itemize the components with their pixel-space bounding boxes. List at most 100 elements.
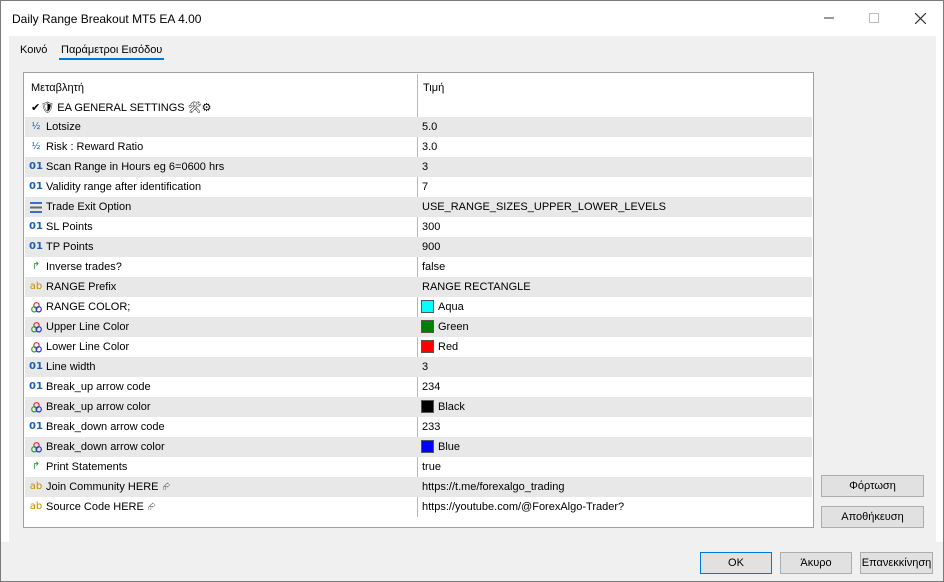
parameter-name: SL Points: [46, 221, 93, 233]
parameter-name: RANGE Prefix: [46, 281, 117, 293]
parameter-value[interactable]: Red: [438, 341, 458, 353]
parameter-value[interactable]: https://youtube.com/@ForexAlgo-Trader?: [422, 501, 624, 513]
color-swatch[interactable]: [421, 300, 434, 313]
parameter-row[interactable]: Trade Exit Option USE_RANGE_SIZES_UPPER_L…: [25, 197, 812, 217]
parameter-row[interactable]: ab Join Community HERE ⮳ https://t.me/forex…: [25, 477, 812, 497]
dialog-window: Daily Range Breakout MT5 EA 4.00 Κοινό Π…: [0, 0, 944, 582]
parameter-row[interactable]: ab Source Code HERE ⮳ https://youtube.com/@…: [25, 497, 812, 517]
parameter-value[interactable]: Green: [438, 321, 469, 333]
parameter-value[interactable]: 900: [422, 241, 440, 253]
parameter-name: Trade Exit Option: [46, 201, 132, 213]
external-link-icon: ⮳: [162, 482, 171, 493]
parameter-name: ✔🛡 EA GENERAL SETTINGS 🛠⚙: [31, 102, 212, 114]
enum-icon: [29, 200, 43, 214]
double-icon: ½: [31, 141, 41, 152]
parameter-row[interactable]: Break_down arrow color Blue: [25, 437, 812, 457]
color-icon: [29, 320, 43, 334]
reset-button[interactable]: Επανεκκίνηση: [860, 552, 933, 574]
color-swatch[interactable]: [421, 320, 434, 333]
parameter-row[interactable]: 01 Break_down arrow code 233: [25, 417, 812, 437]
maximize-button[interactable]: [854, 7, 894, 29]
parameter-row[interactable]: ↱ Print Statements true: [25, 457, 812, 477]
color-swatch[interactable]: [421, 440, 434, 453]
double-icon: ½: [31, 121, 41, 132]
parameter-value[interactable]: Blue: [438, 441, 460, 453]
save-button[interactable]: Αποθήκευση: [821, 506, 924, 528]
tab-input-parameters[interactable]: Παράμετροι Εισόδου: [58, 44, 165, 60]
color-icon: [29, 340, 43, 354]
cancel-button[interactable]: Άκυρο: [780, 552, 852, 574]
parameter-value[interactable]: https://t.me/forexalgo_trading: [422, 481, 564, 493]
color-swatch[interactable]: [421, 400, 434, 413]
tab-general[interactable]: Κοινό: [20, 44, 47, 56]
color-icon: [29, 300, 43, 314]
parameter-value[interactable]: USE_RANGE_SIZES_UPPER_LOWER_LEVELS: [422, 201, 666, 213]
parameter-row[interactable]: ✔🛡 EA GENERAL SETTINGS 🛠⚙: [25, 97, 812, 117]
column-header-value[interactable]: Τιμή: [423, 82, 444, 94]
parameter-value[interactable]: 3: [422, 361, 428, 373]
parameter-value[interactable]: Aqua: [438, 301, 464, 313]
footer-bar: OK Άκυρο Επανεκκίνηση: [1, 542, 943, 581]
parameter-row[interactable]: 01 Break_up arrow code 234: [25, 377, 812, 397]
boolean-icon: ↱: [31, 461, 41, 472]
parameter-value[interactable]: 7: [422, 181, 428, 193]
parameter-name: Break_up arrow code: [46, 381, 151, 393]
parameter-row[interactable]: Lower Line Color Red: [25, 337, 812, 357]
minimize-button[interactable]: [809, 7, 849, 29]
integer-icon: 01: [29, 361, 43, 372]
column-header-variable[interactable]: Μεταβλητή: [31, 82, 84, 94]
parameter-value[interactable]: true: [422, 461, 441, 473]
parameter-row[interactable]: 01 TP Points 900: [25, 237, 812, 257]
parameter-row[interactable]: ½ Risk : Reward Ratio 3.0: [25, 137, 812, 157]
string-icon: ab: [29, 501, 43, 512]
parameter-row[interactable]: Upper Line Color Green: [25, 317, 812, 337]
parameter-name: Line width: [46, 361, 96, 373]
parameter-name: RANGE COLOR;: [46, 301, 131, 313]
load-button[interactable]: Φόρτωση: [821, 475, 924, 497]
parameter-row[interactable]: 01 Validity range after identification 7: [25, 177, 812, 197]
parameter-row[interactable]: ab RANGE Prefix RANGE RECTANGLE: [25, 277, 812, 297]
parameter-name: TP Points: [46, 241, 94, 253]
integer-icon: 01: [29, 221, 43, 232]
external-link-icon: ⮳: [147, 502, 156, 513]
window-title: Daily Range Breakout MT5 EA 4.00: [12, 12, 202, 26]
parameter-name: Validity range after identification: [46, 181, 202, 193]
tab-strip: Κοινό Παράμετροι Εισόδου: [9, 36, 936, 62]
parameter-row[interactable]: RANGE COLOR; Aqua: [25, 297, 812, 317]
integer-icon: 01: [29, 161, 43, 172]
parameter-value[interactable]: 3.0: [422, 141, 437, 153]
dialog-client: Κοινό Παράμετροι Εισόδου Μεταβλητή Τιμή …: [9, 36, 936, 542]
parameter-name: Scan Range in Hours eg 6=0600 hrs: [46, 161, 225, 173]
parameter-name: Source Code HERE ⮳: [46, 501, 156, 513]
ok-button[interactable]: OK: [700, 552, 772, 574]
parameter-name: Break_down arrow code: [46, 421, 165, 433]
color-swatch[interactable]: [421, 340, 434, 353]
parameter-value[interactable]: 3: [422, 161, 428, 173]
close-button[interactable]: [900, 7, 940, 29]
parameter-value[interactable]: 5.0: [422, 121, 437, 133]
parameter-row[interactable]: Break_up arrow color Black: [25, 397, 812, 417]
maximize-icon: [869, 13, 879, 23]
parameter-value[interactable]: Black: [438, 401, 465, 413]
parameter-name: Break_up arrow color: [46, 401, 151, 413]
parameter-name: Join Community HERE ⮳: [46, 481, 171, 493]
parameter-row[interactable]: ↱ Inverse trades? false: [25, 257, 812, 277]
boolean-icon: ↱: [31, 261, 41, 272]
parameter-row[interactable]: 01 SL Points 300: [25, 217, 812, 237]
integer-icon: 01: [29, 241, 43, 252]
parameter-value[interactable]: false: [422, 261, 445, 273]
parameter-value[interactable]: 234: [422, 381, 440, 393]
title-bar: Daily Range Breakout MT5 EA 4.00: [1, 1, 943, 35]
parameter-row[interactable]: 01 Scan Range in Hours eg 6=0600 hrs 3: [25, 157, 812, 177]
parameter-value[interactable]: 300: [422, 221, 440, 233]
string-icon: ab: [29, 481, 43, 492]
parameters-grid: Μεταβλητή Τιμή ✔🛡 EA GENERAL SETTINGS 🛠⚙…: [23, 72, 814, 528]
parameter-name: Lotsize: [46, 121, 81, 133]
parameter-row[interactable]: ½ Lotsize 5.0: [25, 117, 812, 137]
parameter-value[interactable]: RANGE RECTANGLE: [422, 281, 531, 293]
parameter-name: Lower Line Color: [46, 341, 130, 353]
parameter-value[interactable]: 233: [422, 421, 440, 433]
integer-icon: 01: [29, 381, 43, 392]
parameter-row[interactable]: 01 Line width 3: [25, 357, 812, 377]
integer-icon: 01: [29, 181, 43, 192]
